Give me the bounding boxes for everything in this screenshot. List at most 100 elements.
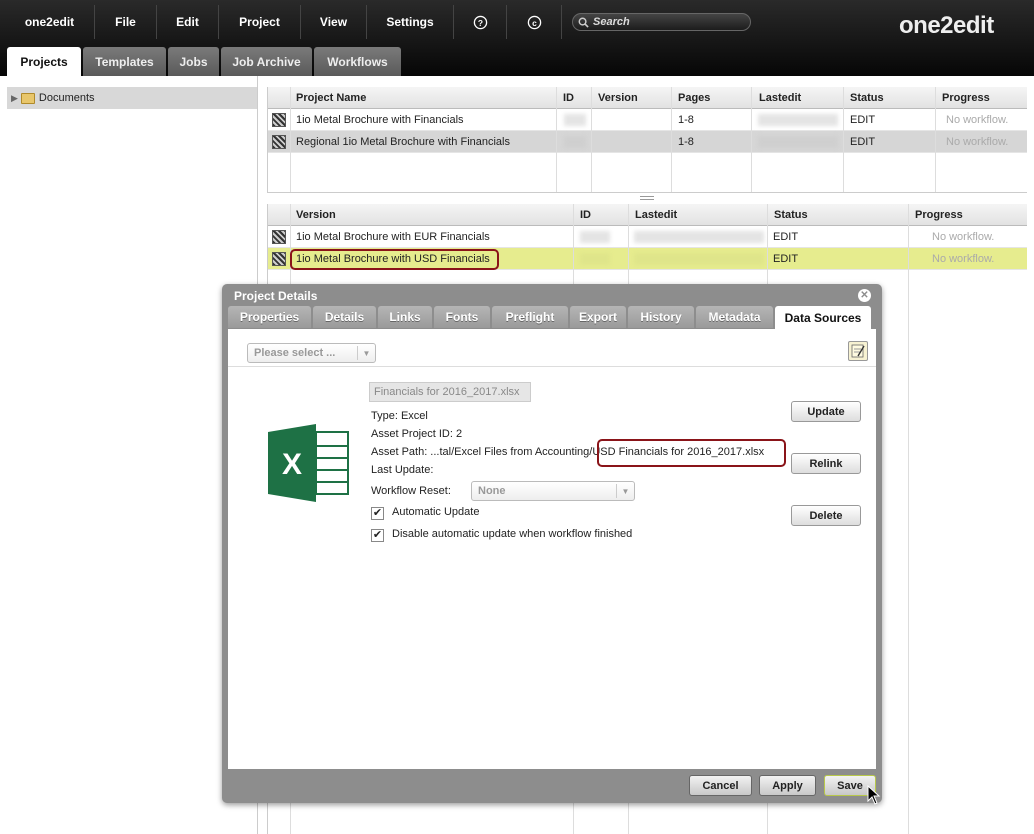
progress: No workflow. (932, 231, 995, 243)
disable-auto-update-label: Disable automatic update when workflow f… (392, 528, 633, 540)
project-details-dialog: Project Details ✕ Properties Details Lin… (222, 284, 882, 803)
tab-preflight[interactable]: Preflight (492, 306, 568, 328)
top-menu-bar: one2edit File Edit Project View Settings… (0, 0, 1034, 77)
menu-project[interactable]: Project (219, 5, 301, 39)
column-header-status[interactable]: Status (774, 209, 808, 221)
svg-text:?: ? (477, 17, 482, 27)
tab-templates[interactable]: Templates (83, 47, 166, 76)
menu-settings[interactable]: Settings (367, 5, 454, 39)
document-icon (272, 113, 286, 127)
table-row[interactable]: 1io Metal Brochure with Financials 1-8 E… (268, 109, 1027, 131)
apply-button[interactable]: Apply (759, 775, 816, 796)
horizontal-splitter-grip[interactable] (640, 196, 654, 200)
tab-jobs[interactable]: Jobs (168, 47, 219, 76)
tab-links[interactable]: Links (378, 306, 432, 328)
column-header-progress[interactable]: Progress (942, 92, 990, 104)
data-source-select[interactable]: Please select ... ▼ (247, 343, 376, 363)
blurred-id (564, 136, 586, 148)
relink-button[interactable]: Relink (791, 453, 861, 474)
progress: No workflow. (932, 253, 995, 265)
dialog-toolbar: Please select ... ▼ (228, 329, 876, 367)
update-button[interactable]: Update (791, 401, 861, 422)
document-icon (272, 252, 286, 266)
help-icon[interactable]: ? (454, 5, 507, 39)
callout-highlight (597, 439, 786, 467)
table-header: Project Name ID Version Pages Lastedit S… (268, 87, 1027, 109)
column-header-project-name[interactable]: Project Name (296, 92, 366, 104)
blurred-id (580, 253, 610, 265)
table-row[interactable]: 1io Metal Brochure with EUR Financials E… (268, 226, 1027, 248)
automatic-update-checkbox[interactable]: ✔ (371, 507, 384, 520)
tab-export[interactable]: Export (570, 306, 626, 328)
workflow-reset-select[interactable]: None ▼ (471, 481, 635, 501)
blurred-lastedit (758, 136, 838, 148)
status: EDIT (773, 253, 799, 265)
tree-item-documents[interactable]: ▶ Documents (7, 87, 257, 109)
callout-highlight (290, 249, 499, 270)
menu-file[interactable]: File (95, 5, 157, 39)
brand-logo: one2edit (899, 12, 994, 39)
progress: No workflow. (946, 114, 1009, 126)
blurred-lastedit (634, 253, 764, 265)
search-box[interactable] (572, 13, 751, 31)
column-header-lastedit[interactable]: Lastedit (759, 92, 801, 104)
tab-projects[interactable]: Projects (7, 47, 81, 77)
tab-workflows[interactable]: Workflows (314, 47, 401, 76)
tab-job-archive[interactable]: Job Archive (221, 47, 312, 76)
tree-item-label: Documents (38, 92, 95, 104)
copyright-icon[interactable]: c (507, 5, 562, 39)
menu-view[interactable]: View (301, 5, 367, 39)
cancel-button[interactable]: Cancel (689, 775, 752, 796)
tab-properties[interactable]: Properties (228, 306, 311, 328)
folder-icon (20, 92, 35, 104)
column-header-lastedit[interactable]: Lastedit (635, 209, 677, 221)
blurred-id (564, 114, 586, 126)
blurred-lastedit (758, 114, 838, 126)
column-header-version[interactable]: Version (296, 209, 336, 221)
workflow-reset-label: Workflow Reset: (371, 485, 451, 497)
progress: No workflow. (946, 136, 1009, 148)
mouse-pointer-icon (867, 785, 881, 805)
pages: 1-8 (678, 136, 694, 148)
excel-icon: X (268, 424, 350, 502)
delete-button[interactable]: Delete (791, 505, 861, 526)
column-header-pages[interactable]: Pages (678, 92, 710, 104)
tab-data-sources[interactable]: Data Sources (775, 306, 871, 329)
column-header-progress[interactable]: Progress (915, 209, 963, 221)
tab-fonts[interactable]: Fonts (434, 306, 490, 328)
document-icon (272, 135, 286, 149)
blurred-id (580, 231, 610, 243)
menu-edit[interactable]: Edit (157, 5, 219, 39)
svg-text:X: X (282, 448, 302, 481)
asset-project-id: Asset Project ID: 2 (371, 428, 463, 440)
column-header-id[interactable]: ID (563, 92, 574, 104)
project-name: Regional 1io Metal Brochure with Financi… (296, 136, 510, 148)
status: EDIT (850, 114, 876, 126)
column-header-version[interactable]: Version (598, 92, 638, 104)
chevron-down-icon: ▼ (616, 484, 634, 498)
column-header-id[interactable]: ID (580, 209, 591, 221)
tab-details[interactable]: Details (313, 306, 376, 328)
pages: 1-8 (678, 114, 694, 126)
automatic-update-label: Automatic Update (392, 506, 480, 518)
project-name: 1io Metal Brochure with Financials (296, 114, 464, 126)
select-placeholder: Please select ... (254, 347, 336, 359)
select-value: None (478, 485, 506, 497)
expand-arrow-icon[interactable]: ▶ (11, 93, 18, 104)
column-header-status[interactable]: Status (850, 92, 884, 104)
close-icon[interactable]: ✕ (858, 289, 871, 302)
disable-auto-update-checkbox[interactable]: ✔ (371, 529, 384, 542)
search-icon (578, 17, 589, 28)
asset-path-prefix: Asset Path: ...tal/Excel Files from Acco… (371, 446, 593, 458)
version-name: 1io Metal Brochure with EUR Financials (296, 231, 490, 243)
menu-one2edit[interactable]: one2edit (5, 5, 95, 39)
notes-icon[interactable] (848, 341, 868, 361)
tab-history[interactable]: History (628, 306, 694, 328)
status: EDIT (850, 136, 876, 148)
chevron-down-icon: ▼ (357, 346, 375, 360)
search-input[interactable] (593, 16, 743, 28)
file-name-field: Financials for 2016_2017.xlsx (369, 382, 531, 402)
dialog-body: Please select ... ▼ X Financials for 201… (228, 329, 876, 769)
tab-metadata[interactable]: Metadata (696, 306, 773, 328)
table-row[interactable]: Regional 1io Metal Brochure with Financi… (268, 131, 1027, 153)
